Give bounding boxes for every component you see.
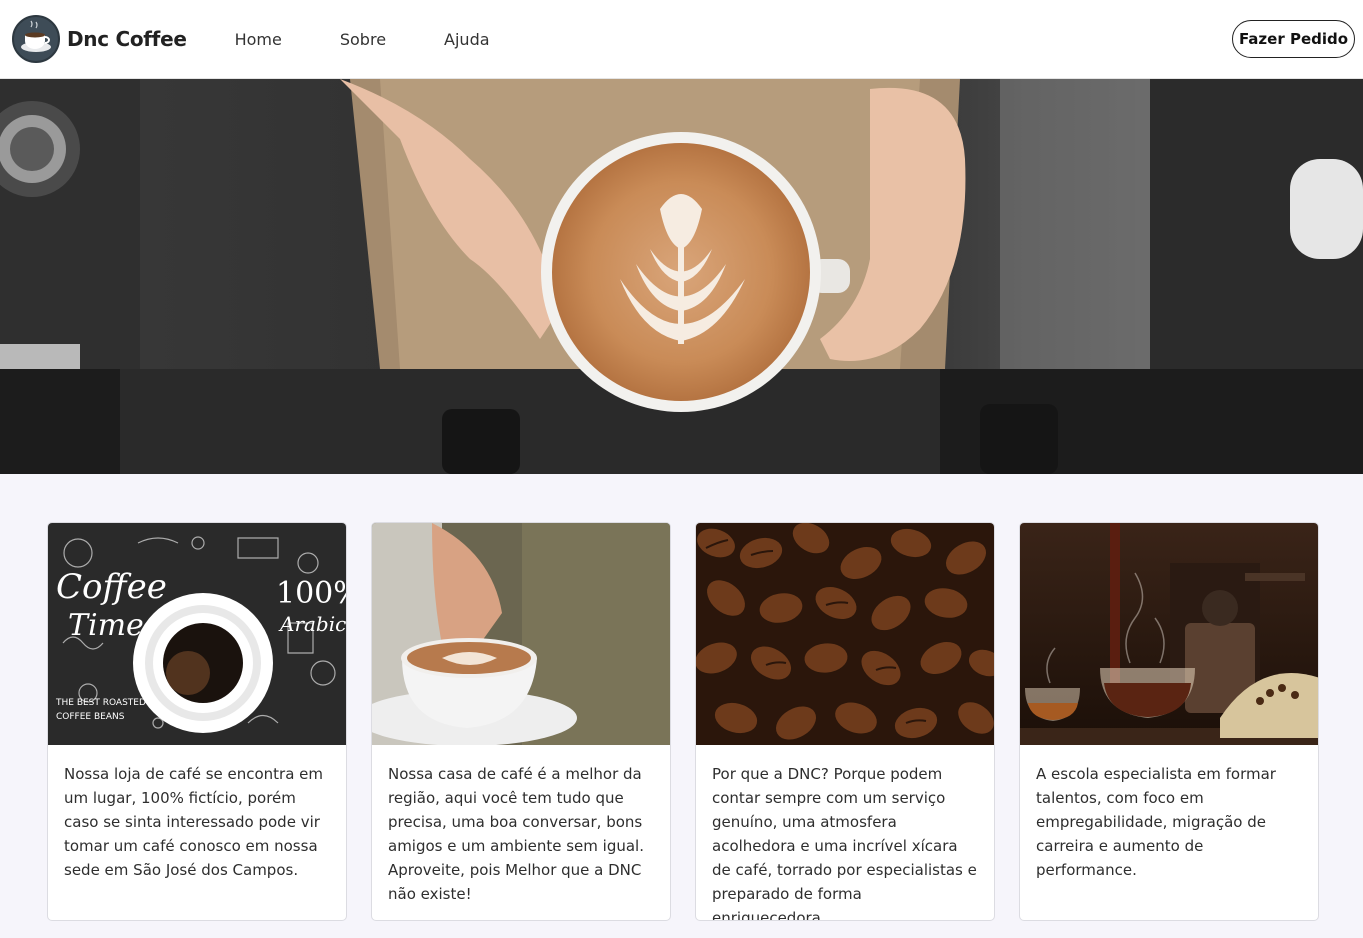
nav-link-home[interactable]: Home (235, 30, 282, 49)
brand-link[interactable]: Dnc Coffee (12, 15, 187, 63)
nav-link-ajuda[interactable]: Ajuda (444, 30, 490, 49)
coffee-cup-icon (12, 15, 60, 63)
svg-text:Arabic: Arabic (278, 612, 346, 636)
card-cappuccino: Nossa casa de café é a melhor da região,… (371, 522, 671, 921)
nav-links: Home Sobre Ajuda (235, 30, 548, 49)
card-coffee-time: Coffee Time 100% Arabic THE BEST ROASTED… (47, 522, 347, 921)
card-text: Por que a DNC? Porque podem contar sempr… (712, 765, 977, 921)
svg-text:THE BEST ROASTED: THE BEST ROASTED (55, 698, 146, 708)
navbar: Dnc Coffee Home Sobre Ajuda Fazer Pedido (0, 0, 1363, 79)
card-text: Nossa casa de café é a melhor da região,… (388, 765, 644, 903)
order-button[interactable]: Fazer Pedido (1232, 20, 1355, 58)
feature-cards: Coffee Time 100% Arabic THE BEST ROASTED… (47, 522, 1319, 921)
card-coffee-beans: Por que a DNC? Porque podem contar sempr… (695, 522, 995, 921)
card-text: Nossa loja de café se encontra em um lug… (64, 765, 324, 879)
card-image-coffee-pouring (1020, 523, 1318, 745)
card-text: A escola especialista em formar talentos… (1036, 765, 1276, 879)
brand-name: Dnc Coffee (67, 27, 187, 51)
card-coffee-pouring: A escola especialista em formar talentos… (1019, 522, 1319, 921)
svg-text:COFFEE BEANS: COFFEE BEANS (56, 712, 125, 722)
svg-text:100%: 100% (276, 576, 347, 611)
nav-link-sobre[interactable]: Sobre (340, 30, 386, 49)
card-image-coffee-beans (696, 523, 994, 745)
card-image-coffee-time: Coffee Time 100% Arabic THE BEST ROASTED… (48, 523, 347, 745)
svg-text:Coffee: Coffee (56, 567, 167, 607)
svg-text:Time: Time (68, 608, 144, 643)
card-image-cappuccino (372, 523, 670, 745)
hero-image (0, 79, 1363, 474)
